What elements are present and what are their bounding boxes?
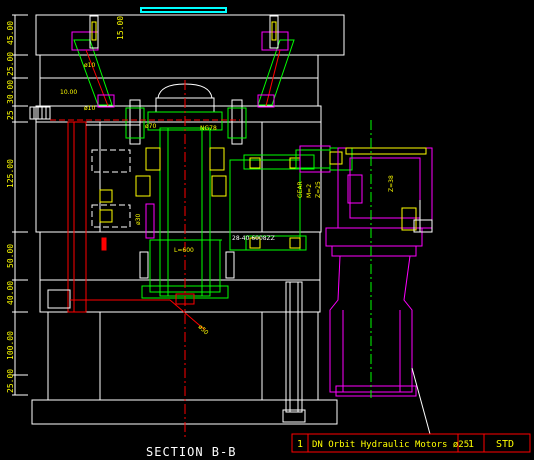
label-small2: ø10	[84, 105, 95, 112]
left-block	[47, 289, 71, 309]
centre-lines	[50, 80, 240, 440]
dim-25-c: 25.00	[6, 369, 15, 393]
label-bearing: 28-40 6008ZZ	[232, 235, 275, 242]
label-gear-z: Z=25	[315, 181, 322, 198]
section-label: SECTION B-B	[146, 445, 236, 459]
label-ring: ø70	[145, 123, 156, 130]
label-gear: GEAR	[297, 181, 304, 198]
top-cap	[140, 7, 227, 13]
cad-drawing-canvas[interactable]: 45.00 25.00 30.00 25 125.00 50.00 40.00 …	[0, 0, 534, 460]
label-gear-m: M=2	[306, 184, 313, 198]
left-dimension-chain: 45.00 25.00 30.00 25 125.00 50.00 40.00 …	[6, 14, 28, 396]
dim-50: 50.00	[6, 244, 15, 268]
central-column	[125, 83, 247, 305]
base-plate	[47, 311, 319, 401]
left-assembly	[29, 106, 206, 331]
label-gear-z2: Z=38	[388, 175, 395, 192]
label-dia: ø50	[197, 323, 210, 336]
title-block-qty2: 1	[468, 439, 474, 450]
dim-100: 100.00	[6, 331, 15, 360]
dim-25-a: 25.00	[6, 52, 15, 76]
dim-125: 125.00	[6, 159, 15, 188]
leader-line	[411, 367, 431, 435]
label-tl: 10.00	[60, 89, 77, 96]
title-block[interactable]: 1 DN Orbit Hydraulic Motors ø25 1 STD	[291, 433, 531, 453]
left-fitting	[29, 106, 51, 120]
dim-30: 30.00	[6, 80, 15, 104]
top-plate	[35, 14, 345, 56]
main-body-plate	[35, 121, 322, 233]
dim-25-b: 25	[6, 110, 15, 120]
label-small: ø30	[135, 214, 142, 225]
machine-frame	[31, 7, 345, 425]
dim-45: 45.00	[6, 21, 15, 45]
dim-15: 15.00	[116, 16, 125, 40]
label-l600: L=600	[174, 247, 194, 254]
lower-body-plate	[39, 231, 321, 281]
title-block-std: STD	[496, 439, 514, 450]
title-block-description: DN Orbit Hydraulic Motors ø25	[312, 440, 469, 450]
title-block-qty: 1	[297, 439, 303, 450]
dim-40: 40.00	[6, 281, 15, 305]
upper-guides	[71, 15, 295, 108]
label-ng: NG78	[200, 125, 217, 132]
ejector-rod	[282, 281, 306, 423]
label-tl2: ø10	[84, 62, 95, 69]
